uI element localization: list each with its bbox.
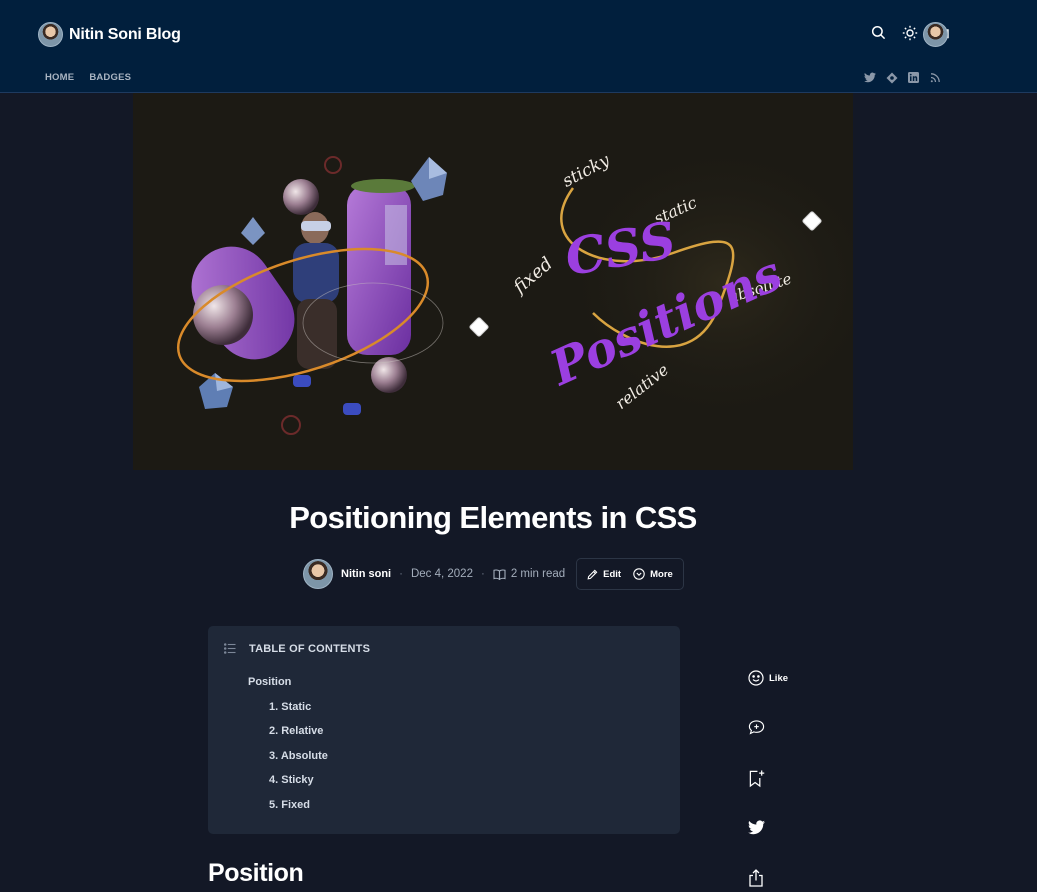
author-avatar[interactable] (303, 559, 333, 589)
bookmark-button[interactable] (748, 769, 765, 788)
toc-item-absolute[interactable]: 3. Absolute (248, 749, 328, 774)
bookmark-add-icon (748, 769, 765, 788)
hashnode-icon[interactable] (885, 71, 898, 84)
comment-add-icon (748, 719, 765, 736)
read-time: 2 min read (510, 568, 566, 580)
toc-item-fixed[interactable]: 5. Fixed (248, 798, 328, 823)
blog-brand[interactable]: Nitin Soni Blog (38, 22, 181, 47)
toc-item-position[interactable]: Position (248, 675, 328, 700)
list-icon (224, 643, 236, 655)
post-meta: Nitin soni · Dec 4, 2022 · 2 min read Ed… (303, 558, 684, 590)
like-label: Like (769, 673, 789, 684)
book-icon (493, 568, 506, 580)
author-name[interactable]: Nitin soni (341, 568, 391, 580)
table-of-contents: TABLE OF CONTENTS Position 1. Static 2. … (208, 626, 680, 834)
nav-badges[interactable]: BADGES (89, 72, 131, 83)
comment-button[interactable] (748, 719, 765, 736)
twitter-icon (748, 820, 765, 837)
post-title: Positioning Elements in CSS (289, 500, 697, 535)
edit-button[interactable]: Edit (587, 569, 621, 580)
cover-image: sticky static fixed absolute relative CS… (133, 93, 853, 470)
more-label: More (650, 568, 673, 580)
toc-list: Position 1. Static 2. Relative 3. Absolu… (248, 675, 328, 823)
rss-icon[interactable] (929, 71, 942, 84)
post-date: Dec 4, 2022 (410, 568, 473, 580)
toc-item-relative[interactable]: 2. Relative (248, 724, 328, 749)
user-avatar[interactable] (923, 22, 948, 47)
sun-icon[interactable] (901, 24, 918, 41)
edit-label: Edit (603, 568, 622, 580)
blog-title[interactable]: Nitin Soni Blog (69, 26, 181, 44)
social-links (863, 71, 942, 84)
more-button[interactable]: More (633, 568, 673, 580)
nav-home[interactable]: HOME (45, 72, 74, 83)
post-actions: Edit More (576, 558, 684, 590)
toc-title: TABLE OF CONTENTS (249, 643, 371, 655)
toc-item-sticky[interactable]: 4. Sticky (248, 773, 328, 798)
meta-separator: · (399, 568, 403, 580)
meta-separator: · (480, 568, 485, 580)
like-button[interactable]: Like (748, 670, 788, 687)
share-icon (748, 869, 765, 887)
blog-logo-avatar (38, 22, 63, 47)
section-heading-position: Position (208, 859, 304, 887)
smiley-icon (748, 670, 765, 687)
chevron-circle-icon (633, 568, 645, 580)
linkedin-icon[interactable] (907, 71, 920, 84)
search-icon[interactable] (870, 24, 887, 41)
share-button[interactable] (748, 869, 765, 887)
blog-header: Nitin Soni Blog HOME BADGES (0, 0, 1037, 93)
pencil-icon (587, 569, 598, 580)
toc-header: TABLE OF CONTENTS (224, 643, 370, 655)
share-twitter-button[interactable] (748, 820, 765, 837)
twitter-icon[interactable] (863, 71, 876, 84)
toc-item-static[interactable]: 1. Static (248, 700, 328, 725)
main-nav: HOME BADGES (45, 72, 131, 83)
